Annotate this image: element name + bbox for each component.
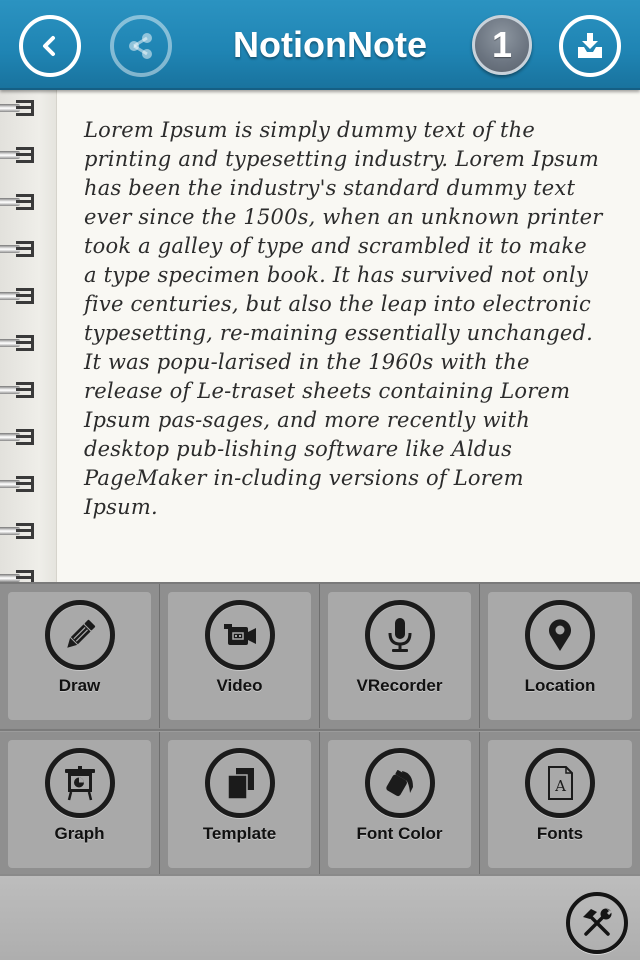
binding-ring <box>0 523 36 539</box>
tool-label: Graph <box>54 824 105 843</box>
copy-pages-icon <box>226 768 254 800</box>
binding-ring <box>0 382 36 398</box>
note-page: Lorem Ipsum is simply dummy text of the … <box>0 90 640 586</box>
back-button[interactable] <box>19 15 81 77</box>
tool-label: Video <box>216 676 263 695</box>
location-pin-icon <box>549 619 571 651</box>
page-count-badge[interactable]: 1 <box>472 15 532 75</box>
note-body-text[interactable]: Lorem Ipsum is simply dummy text of the … <box>84 116 604 522</box>
share-icon <box>129 33 152 59</box>
tool-fonts[interactable]: A Fonts <box>480 732 640 876</box>
binding-ring <box>0 194 36 210</box>
tool-draw[interactable]: Draw <box>0 584 160 728</box>
app-title: NotionNote <box>233 24 427 65</box>
microphone-icon <box>388 618 411 652</box>
binding-ring <box>0 100 36 116</box>
tool-location[interactable]: Location <box>480 584 640 728</box>
download-button[interactable] <box>559 15 621 77</box>
share-button[interactable] <box>110 15 172 77</box>
tool-label: Draw <box>58 676 101 695</box>
binding-ring <box>0 288 36 304</box>
tool-label: Font Color <box>356 824 443 843</box>
presentation-chart-icon <box>64 766 95 801</box>
tool-label: Template <box>202 824 277 843</box>
download-tray-icon <box>578 33 602 58</box>
binding-ring <box>0 147 36 163</box>
video-camera-icon <box>223 624 256 645</box>
tool-label: Fonts <box>536 824 584 843</box>
tool-vrecorder[interactable]: VRecorder <box>320 584 480 728</box>
bottom-toolbar <box>0 874 640 960</box>
tool-video[interactable]: Video <box>160 584 320 728</box>
app-header: NotionNote 1 <box>0 0 640 90</box>
svg-text:A: A <box>554 777 566 795</box>
tools-panel: Draw Video VRecorder Location Graph Temp… <box>0 582 640 876</box>
binding-ring <box>0 335 36 351</box>
tool-label: Location <box>524 676 596 695</box>
tool-graph[interactable]: Graph <box>0 732 160 876</box>
chevron-left-icon <box>43 36 55 56</box>
font-document-icon: A <box>548 766 573 800</box>
spiral-binding <box>0 90 57 586</box>
pencil-icon <box>66 619 95 648</box>
paint-bucket-icon <box>385 770 413 797</box>
binding-ring <box>0 429 36 445</box>
binding-ring <box>0 476 36 492</box>
tool-font-color[interactable]: Font Color <box>320 732 480 876</box>
tool-label: VRecorder <box>356 676 443 695</box>
tool-template[interactable]: Template <box>160 732 320 876</box>
hammer-wrench-icon <box>583 908 612 936</box>
binding-ring <box>0 241 36 257</box>
settings-tools-button[interactable] <box>566 892 628 954</box>
